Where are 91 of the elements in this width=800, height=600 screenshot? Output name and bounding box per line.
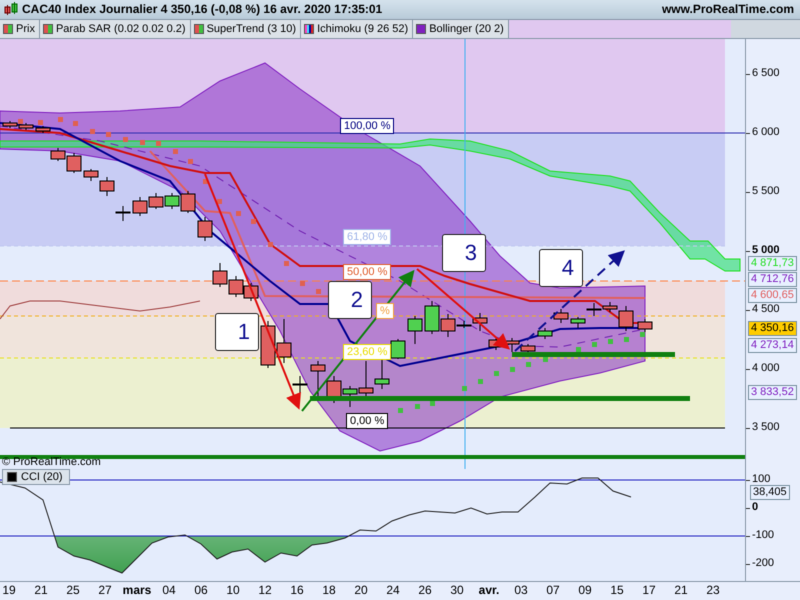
legend-item[interactable]: Ichimoku (9 26 52): [301, 20, 414, 38]
wave-label: 1: [215, 312, 259, 351]
fib-label: 23,60 %: [343, 344, 392, 360]
date-label: 16: [289, 582, 305, 600]
axis-tick-label: -200: [752, 557, 774, 570]
price-tag: 4 273,14: [748, 338, 797, 353]
candlestick: [424, 300, 440, 334]
date-label: 23: [705, 582, 721, 600]
date-label: 30: [449, 582, 465, 600]
candlestick: [244, 282, 258, 302]
date-label: 24: [385, 582, 401, 600]
fib-label: %: [376, 302, 394, 319]
date-label: 21: [673, 582, 689, 600]
cci-value-tag: 38,405: [750, 485, 790, 500]
axis-tick-label: 6 000: [752, 126, 780, 139]
price-tag: 4 350,16: [748, 320, 797, 336]
candlestick: [586, 302, 602, 316]
legend-swatch-icon: [304, 24, 314, 34]
date-label: mars: [122, 582, 152, 600]
candlestick: [116, 205, 130, 222]
candlestick-icon: [4, 2, 18, 16]
candlestick: [132, 196, 148, 216]
copyright-text: © ProRealTime.com: [2, 456, 101, 468]
date-label: 03: [513, 582, 529, 600]
window-title: CAC40 Index Journalier 4 350,16 (-0,08 %) 16 avr. 2020 17:35:01: [22, 2, 384, 16]
date-label: 10: [225, 582, 241, 600]
wave-label: 2: [328, 280, 372, 319]
axis-tick-label: 6 500: [752, 66, 780, 80]
axis-tick-label: 4 500: [752, 302, 780, 316]
date-label: 15: [609, 582, 625, 600]
candlestick: [538, 327, 552, 340]
date-label: 12: [257, 582, 273, 600]
candlestick: [326, 375, 342, 404]
date-label: 21: [33, 582, 49, 600]
candlestick: [2, 120, 18, 128]
indicator-label[interactable]: CCI (20): [2, 469, 70, 486]
date-label: 27: [97, 582, 113, 600]
axis-tick-label: 3 500: [752, 420, 780, 434]
date-label: 18: [321, 582, 337, 600]
date-label: 09: [577, 582, 593, 600]
indicator-name: CCI (20): [21, 471, 63, 484]
date-label: 17: [641, 582, 657, 600]
date-label: 26: [417, 582, 433, 600]
axis-tick-label: -100: [752, 529, 774, 542]
fib-label: 100,00 %: [340, 118, 394, 134]
price-tag: 3 833,52: [748, 384, 797, 400]
legend-swatch-icon: [194, 24, 204, 34]
candlestick: [18, 122, 34, 130]
candlestick: [310, 360, 326, 396]
axis-tick-label: 5 500: [752, 184, 780, 198]
candlestick: [228, 275, 244, 298]
fib-label: 50,00 %: [343, 264, 392, 280]
price-tag: 4 712,76: [748, 272, 797, 287]
legend-item[interactable]: Prix: [0, 20, 40, 38]
legend-swatch-icon: [42, 24, 53, 34]
legend-item[interactable]: Parab SAR (0.02 0.02 0.2): [40, 20, 191, 38]
date-label: avr.: [478, 582, 500, 600]
date-label: 19: [1, 582, 17, 600]
axis-tick-label: 4 000: [752, 362, 780, 375]
date-label: 04: [161, 582, 177, 600]
candlestick: [638, 318, 652, 332]
legend-item[interactable]: Bollinger (20 2): [413, 20, 509, 38]
fib-label: 0,00 %: [346, 412, 388, 429]
legend-swatch-icon: [3, 24, 13, 34]
candlestick: [198, 216, 212, 242]
candlestick: [570, 316, 586, 328]
axis-tick-label: 0: [752, 501, 758, 514]
date-label: 25: [65, 582, 81, 600]
candlestick: [408, 315, 422, 344]
wave-label: 3: [442, 234, 486, 272]
candlestick: [260, 320, 276, 368]
price-tag: 4 600,65: [748, 288, 797, 303]
date-label: 06: [193, 582, 209, 600]
date-label: 07: [545, 582, 561, 600]
axis-tick-label: 100: [752, 473, 770, 486]
axis-tick-label: 5 000: [752, 244, 780, 257]
candlestick: [554, 308, 568, 324]
candlestick: [180, 190, 196, 214]
candlestick: [36, 125, 50, 134]
date-label: 20: [353, 582, 369, 600]
fib-label: 61,80 %: [343, 228, 392, 245]
candlestick: [212, 262, 228, 288]
legend-swatch-icon: [416, 24, 426, 34]
site-link[interactable]: www.ProRealTime.com: [662, 2, 794, 16]
legend-swatch-icon: [7, 472, 17, 482]
candlestick: [276, 318, 292, 364]
candlestick: [164, 192, 180, 210]
price-tag: 4 871,73: [748, 256, 797, 271]
legend-item[interactable]: SuperTrend (3 10): [190, 20, 302, 38]
candlestick: [148, 192, 164, 210]
wave-label: 4: [539, 248, 583, 287]
